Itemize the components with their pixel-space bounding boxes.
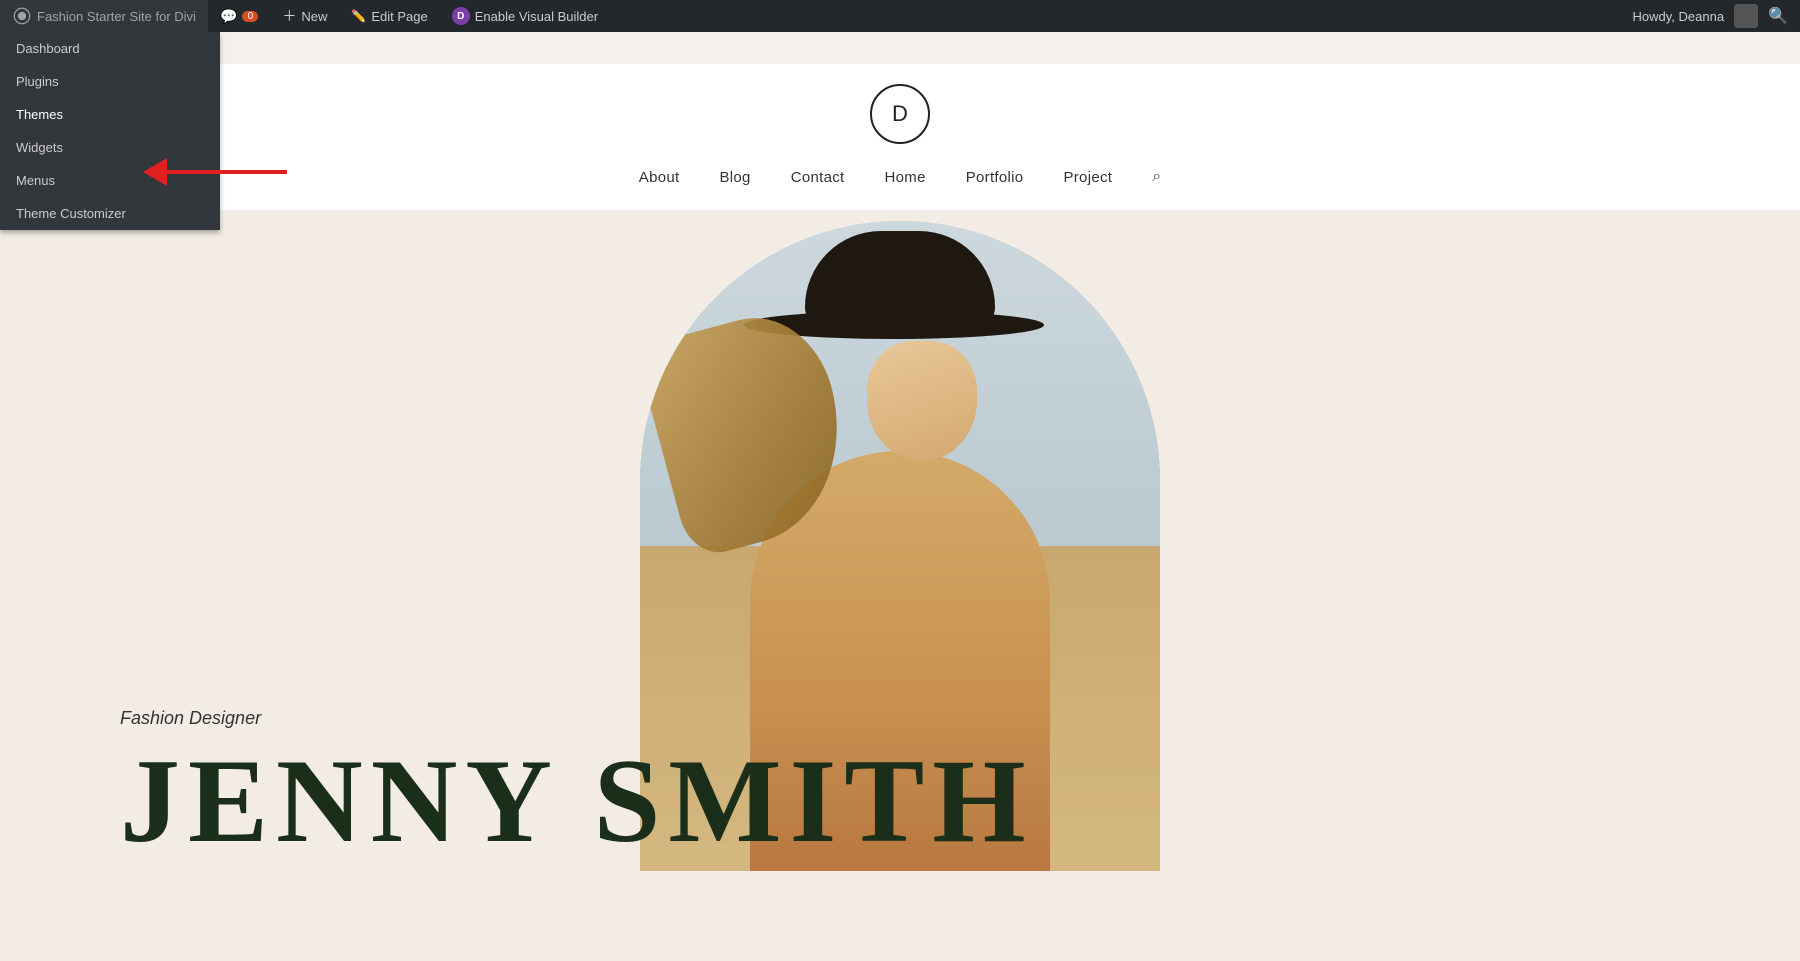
enable-builder-label: Enable Visual Builder: [475, 9, 598, 24]
user-avatar[interactable]: [1734, 4, 1758, 28]
nav-item-blog[interactable]: Blog: [719, 169, 750, 186]
dropdown-item-themes[interactable]: Themes: [0, 98, 220, 131]
nav-item-portfolio[interactable]: Portfolio: [966, 169, 1024, 186]
new-label: New: [301, 9, 327, 24]
arrow-line: [167, 170, 287, 174]
edit-page-button[interactable]: ✏️ Edit Page: [339, 0, 439, 32]
hero-subtitle: Fashion Designer: [120, 708, 1034, 729]
red-arrow-annotation: [145, 158, 287, 186]
dropdown-item-theme-customizer[interactable]: Theme Customizer: [0, 197, 220, 230]
search-icon[interactable]: 🔍: [1768, 6, 1788, 26]
admin-bar: Fashion Starter Site for Divi 💬 0 ＋ New …: [0, 0, 1800, 32]
nav-item-project[interactable]: Project: [1063, 169, 1112, 186]
comment-icon: 💬: [220, 8, 237, 25]
wp-logo-icon: [12, 6, 32, 26]
wp-logo-menu[interactable]: Fashion Starter Site for Divi: [0, 0, 208, 32]
wp-site-name: Fashion Starter Site for Divi: [37, 9, 196, 24]
edit-page-label: Edit Page: [371, 9, 427, 24]
site-header: D About Blog Contact Home Portfolio Proj…: [0, 64, 1800, 211]
dropdown-item-dashboard[interactable]: Dashboard: [0, 32, 220, 65]
howdy-label: Howdy, Deanna: [1633, 9, 1725, 24]
dropdown-item-plugins[interactable]: Plugins: [0, 65, 220, 98]
appearance-dropdown: Dashboard Plugins Themes Widgets Menus T…: [0, 32, 220, 230]
plus-icon: ＋: [282, 6, 296, 26]
hero-title: JENNY SMITH: [120, 741, 1034, 861]
hero-text: Fashion Designer JENNY SMITH: [120, 708, 1034, 861]
admin-bar-right: Howdy, Deanna 🔍: [1621, 4, 1800, 28]
arrow-head: [143, 158, 167, 186]
admin-bar-left: Fashion Starter Site for Divi 💬 0 ＋ New …: [0, 0, 1621, 32]
comment-count: 0: [242, 11, 258, 22]
nav-search-icon[interactable]: ⌕: [1152, 168, 1161, 186]
divi-icon: D: [452, 7, 470, 25]
hero-section: Fashion Designer JENNY SMITH: [0, 211, 1800, 961]
nav-item-contact[interactable]: Contact: [791, 169, 845, 186]
site-logo: D: [870, 84, 930, 144]
comments-menu[interactable]: 💬 0: [208, 0, 270, 32]
nav-item-home[interactable]: Home: [885, 169, 926, 186]
nav-item-about[interactable]: About: [639, 169, 680, 186]
logo-letter: D: [892, 101, 908, 127]
pencil-icon: ✏️: [351, 9, 366, 23]
enable-builder-button[interactable]: D Enable Visual Builder: [440, 0, 610, 32]
new-menu[interactable]: ＋ New: [270, 0, 339, 32]
